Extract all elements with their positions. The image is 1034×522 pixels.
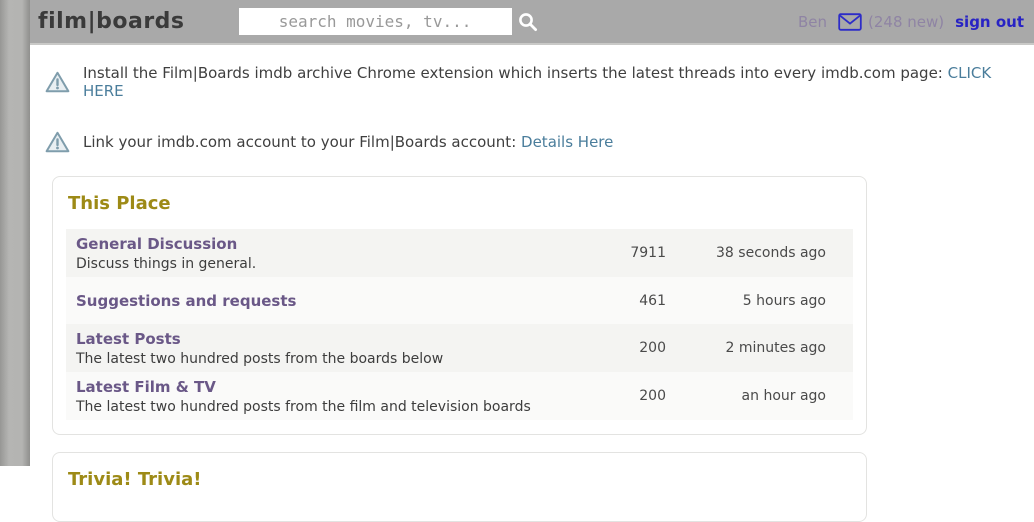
header-user-area: Ben (248 new) sign out bbox=[798, 13, 1024, 31]
board-last-post-time: 2 minutes ago bbox=[666, 340, 826, 356]
notice-link-account: Link your imdb.com account to your Film|… bbox=[45, 131, 1034, 153]
board-description: Discuss things in general. bbox=[76, 256, 576, 272]
window-left-edge bbox=[0, 0, 30, 466]
board-row-general-discussion[interactable]: General Discussion Discuss things in gen… bbox=[66, 229, 853, 277]
search-button[interactable] bbox=[517, 11, 539, 33]
search-bar bbox=[239, 8, 539, 35]
board-description: The latest two hundred posts from the fi… bbox=[76, 399, 576, 415]
board-post-count: 200 bbox=[576, 388, 666, 404]
notice-text: Install the Film|Boards imdb archive Chr… bbox=[83, 64, 1034, 100]
username-link[interactable]: Ben bbox=[798, 13, 827, 31]
board-row-suggestions[interactable]: Suggestions and requests 461 5 hours ago bbox=[66, 277, 853, 324]
notice-text: Link your imdb.com account to your Film|… bbox=[83, 133, 613, 151]
top-header-bar: film|boards Ben bbox=[30, 0, 1034, 45]
board-last-post-time: 5 hours ago bbox=[666, 293, 826, 309]
board-link[interactable]: Latest Film & TV bbox=[76, 378, 216, 396]
messages-link[interactable]: (248 new) bbox=[838, 13, 944, 31]
board-last-post-time: an hour ago bbox=[666, 388, 826, 404]
board-row-latest-film-tv[interactable]: Latest Film & TV The latest two hundred … bbox=[66, 372, 853, 420]
board-list: General Discussion Discuss things in gen… bbox=[66, 229, 853, 420]
board-info: Suggestions and requests bbox=[76, 291, 576, 310]
new-messages-count: (248 new) bbox=[868, 13, 944, 31]
board-link[interactable]: General Discussion bbox=[76, 235, 237, 253]
notice-body-text: Install the Film|Boards imdb archive Chr… bbox=[83, 64, 943, 82]
site-logo[interactable]: film|boards bbox=[38, 9, 185, 34]
section-title: Trivia! Trivia! bbox=[68, 469, 853, 490]
section-title: This Place bbox=[68, 193, 853, 214]
notice-chrome-extension: Install the Film|Boards imdb archive Chr… bbox=[45, 64, 1034, 100]
section-this-place: This Place General Discussion Discuss th… bbox=[52, 176, 867, 435]
section-trivia: Trivia! Trivia! bbox=[52, 452, 867, 522]
board-info: Latest Film & TV The latest two hundred … bbox=[76, 377, 576, 415]
board-post-count: 7911 bbox=[576, 245, 666, 261]
sign-out-link[interactable]: sign out bbox=[955, 13, 1024, 31]
board-post-count: 200 bbox=[576, 340, 666, 356]
warning-icon bbox=[45, 131, 70, 153]
search-icon bbox=[517, 11, 539, 33]
warning-icon bbox=[45, 71, 70, 93]
board-info: General Discussion Discuss things in gen… bbox=[76, 234, 576, 272]
search-input[interactable] bbox=[239, 8, 512, 35]
board-description: The latest two hundred posts from the bo… bbox=[76, 351, 576, 367]
board-last-post-time: 38 seconds ago bbox=[666, 245, 826, 261]
board-info: Latest Posts The latest two hundred post… bbox=[76, 329, 576, 367]
board-post-count: 461 bbox=[576, 293, 666, 309]
board-link[interactable]: Suggestions and requests bbox=[76, 292, 296, 310]
envelope-icon bbox=[838, 13, 862, 31]
notice-body-text: Link your imdb.com account to your Film|… bbox=[83, 133, 516, 151]
board-row-latest-posts[interactable]: Latest Posts The latest two hundred post… bbox=[66, 324, 853, 372]
board-link[interactable]: Latest Posts bbox=[76, 330, 181, 348]
details-here-link[interactable]: Details Here bbox=[521, 133, 613, 151]
page: film|boards Ben bbox=[30, 0, 1034, 522]
